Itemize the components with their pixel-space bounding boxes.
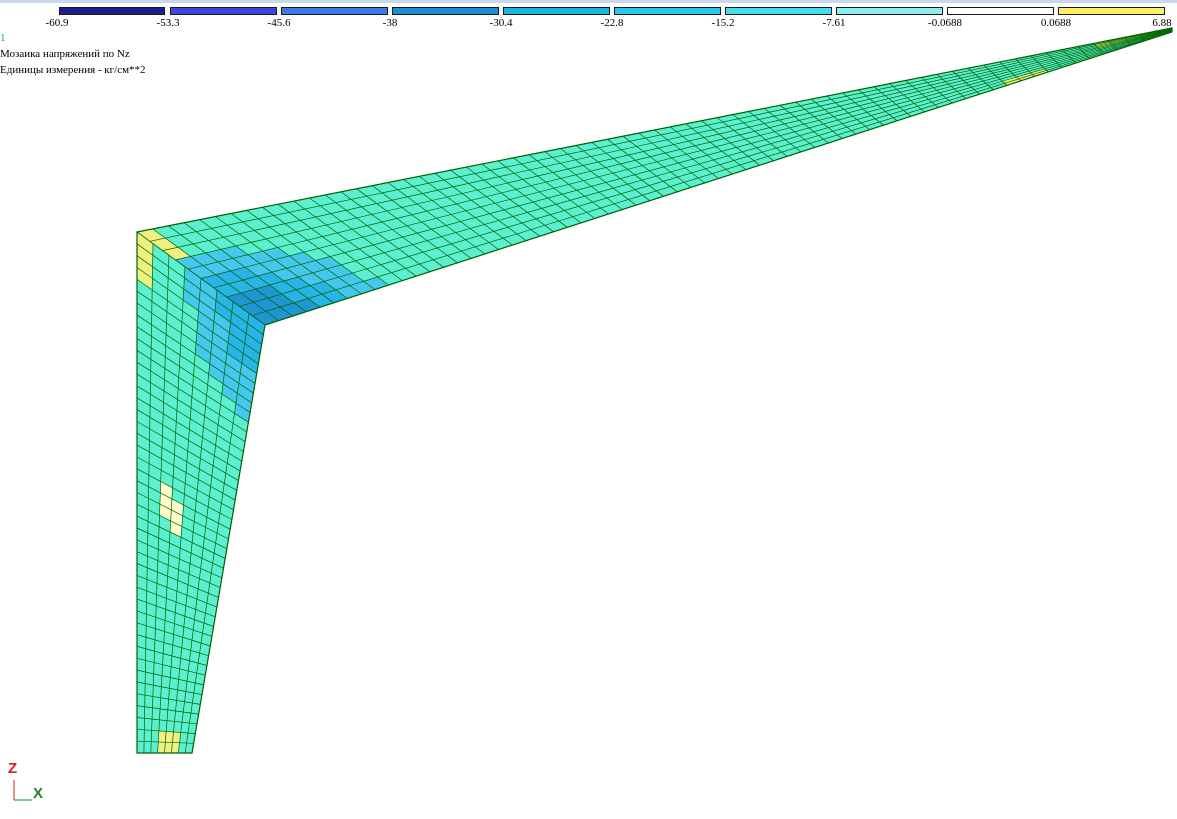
- mesh-cell: [168, 687, 178, 701]
- mesh-line: [213, 30, 1173, 289]
- fe-mesh-view[interactable]: [0, 0, 1177, 819]
- mesh-cell: [136, 717, 145, 731]
- z-axis-label: Z: [8, 760, 18, 777]
- mesh-cell: [164, 731, 174, 743]
- x-axis-label: X: [33, 785, 44, 802]
- mesh-cell: [160, 686, 170, 700]
- mesh-cell: [143, 729, 152, 743]
- mesh-line: [200, 29, 1173, 279]
- mesh-cell: [157, 741, 166, 754]
- mesh-cell: [144, 706, 153, 720]
- mesh-cell: [157, 730, 167, 743]
- mesh-line: [162, 28, 1173, 251]
- mesh-cells: [136, 27, 1173, 754]
- mesh-cell: [143, 741, 152, 754]
- mesh-cell: [136, 740, 145, 754]
- mesh-cell: [150, 730, 160, 743]
- mesh-line: [188, 29, 1173, 270]
- mesh-cell: [144, 683, 154, 697]
- mesh-cell: [166, 709, 176, 722]
- axis-icon: [13, 780, 32, 801]
- mesh-cell: [161, 675, 171, 689]
- mesh-cell: [167, 698, 177, 712]
- mesh-cell: [152, 673, 163, 688]
- mesh-cell: [151, 718, 160, 732]
- mesh-cell: [159, 697, 169, 711]
- mesh-line: [239, 30, 1173, 307]
- mesh-cell: [150, 741, 159, 754]
- mesh-cell: [136, 693, 146, 708]
- mesh-cell: [151, 707, 161, 721]
- mesh-cell: [136, 669, 146, 684]
- axis-triad: Z X: [8, 760, 58, 810]
- mesh-cell: [176, 689, 187, 703]
- mesh-line: [175, 28, 1173, 261]
- mesh-cell: [144, 671, 155, 686]
- mesh-cell: [152, 696, 162, 710]
- mesh-cell: [136, 728, 145, 742]
- mesh-cell: [152, 684, 162, 699]
- mesh-cell: [136, 681, 146, 696]
- mesh-line: [226, 30, 1173, 298]
- mesh-cell: [159, 708, 169, 721]
- mesh-cell: [144, 694, 154, 709]
- mesh-cell: [143, 717, 153, 731]
- mesh-line: [149, 28, 1173, 242]
- mesh-line: [252, 31, 1173, 317]
- mesh-cell: [136, 705, 146, 719]
- mesh-cell: [158, 719, 168, 732]
- mesh-cell: [165, 720, 175, 733]
